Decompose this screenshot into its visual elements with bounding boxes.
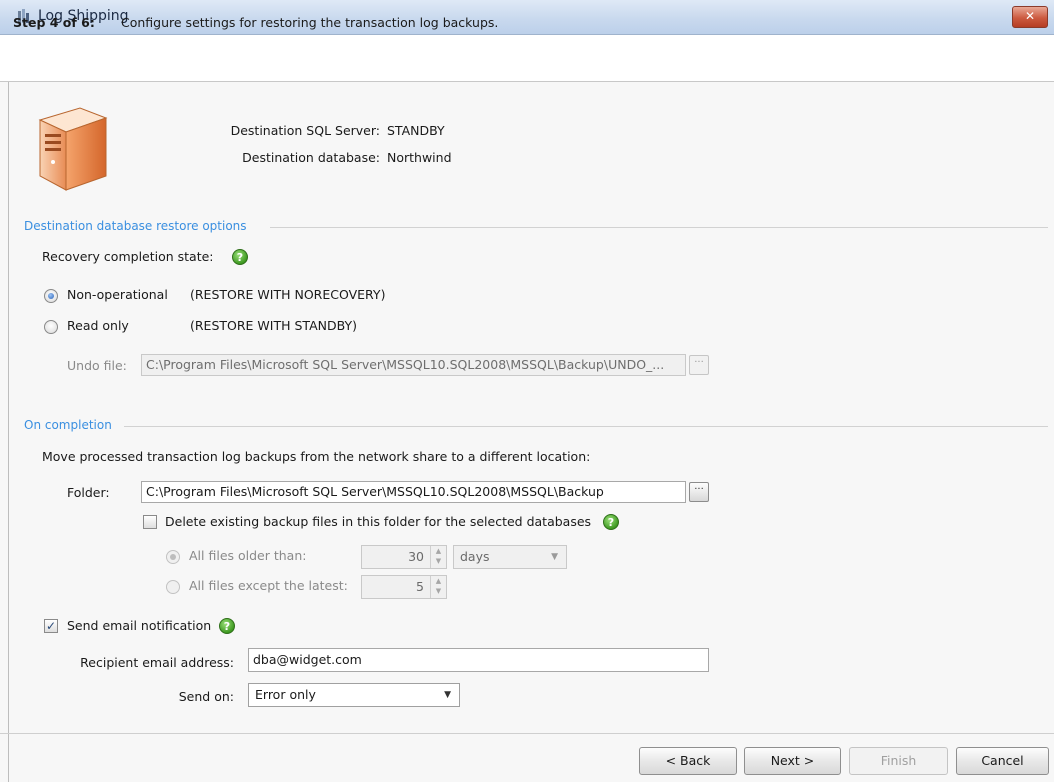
close-button[interactable]: ✕ bbox=[1012, 6, 1048, 28]
radio-files-older-than[interactable] bbox=[166, 550, 180, 564]
delete-files-label: Delete existing backup files in this fol… bbox=[165, 514, 592, 529]
except-latest-spinner[interactable]: 5 ▲ ▼ bbox=[361, 575, 447, 599]
destination-server-label: Destination SQL Server: bbox=[230, 123, 380, 138]
recipient-email-label: Recipient email address: bbox=[80, 655, 234, 670]
section-divider bbox=[270, 227, 1048, 228]
spin-up-icon[interactable]: ▲ bbox=[431, 546, 446, 556]
destination-database-value: Northwind bbox=[387, 150, 452, 165]
chevron-down-icon: ▼ bbox=[551, 552, 558, 562]
delete-files-checkbox[interactable] bbox=[143, 515, 157, 529]
help-icon[interactable]: ? bbox=[219, 618, 235, 634]
send-on-dropdown[interactable]: Error only ▼ bbox=[248, 683, 460, 707]
older-than-value: 30 bbox=[408, 549, 424, 564]
step-number: Step 4 of 6: bbox=[13, 15, 95, 30]
send-email-label: Send email notification bbox=[67, 618, 212, 633]
section-divider bbox=[124, 426, 1048, 427]
move-backups-label: Move processed transaction log backups f… bbox=[42, 449, 591, 464]
folder-label: Folder: bbox=[67, 485, 110, 500]
radio-non-operational[interactable] bbox=[44, 289, 58, 303]
older-than-spinner[interactable]: 30 ▲ ▼ bbox=[361, 545, 447, 569]
undo-file-input[interactable]: C:\Program Files\Microsoft SQL Server\MS… bbox=[141, 354, 686, 376]
spinner-arrows[interactable]: ▲ ▼ bbox=[430, 546, 446, 568]
destination-database-label: Destination database: bbox=[242, 150, 380, 165]
spinner-arrows[interactable]: ▲ ▼ bbox=[430, 576, 446, 598]
server-icon bbox=[38, 107, 108, 191]
chevron-down-icon: ▼ bbox=[444, 690, 451, 700]
step-description: Configure settings for restoring the tra… bbox=[121, 15, 499, 30]
send-on-value: Error only bbox=[255, 687, 316, 702]
back-button[interactable]: < Back bbox=[639, 747, 737, 775]
restore-options-section-title: Destination database restore options bbox=[24, 219, 247, 233]
radio-read-only[interactable] bbox=[44, 320, 58, 334]
undo-file-label: Undo file: bbox=[67, 358, 127, 373]
older-than-unit-dropdown[interactable]: days ▼ bbox=[453, 545, 567, 569]
recipient-email-input[interactable]: dba@widget.com bbox=[248, 648, 709, 672]
content-left-border bbox=[8, 82, 9, 782]
older-than-unit-value: days bbox=[460, 549, 490, 564]
help-icon[interactable]: ? bbox=[603, 514, 619, 530]
files-older-than-label: All files older than: bbox=[189, 548, 307, 563]
recovery-state-label: Recovery completion state: bbox=[42, 249, 214, 264]
folder-browse-button[interactable]: ··· bbox=[689, 482, 709, 502]
send-email-checkbox[interactable]: ✓ bbox=[44, 619, 58, 633]
radio-detail-norecovery: (RESTORE WITH NORECOVERY) bbox=[190, 287, 386, 302]
spin-down-icon[interactable]: ▼ bbox=[431, 556, 446, 566]
folder-input[interactable]: C:\Program Files\Microsoft SQL Server\MS… bbox=[141, 481, 686, 503]
finish-button[interactable]: Finish bbox=[849, 747, 948, 775]
radio-files-except-latest[interactable] bbox=[166, 580, 180, 594]
send-on-label: Send on: bbox=[178, 689, 234, 704]
cancel-button[interactable]: Cancel bbox=[956, 747, 1049, 775]
help-icon[interactable]: ? bbox=[232, 249, 248, 265]
undo-file-browse-button[interactable]: ··· bbox=[689, 355, 709, 375]
except-latest-value: 5 bbox=[416, 579, 424, 594]
footer-divider bbox=[0, 733, 1054, 734]
completion-section-title: On completion bbox=[24, 418, 112, 432]
radio-label-non-operational: Non-operational bbox=[67, 287, 168, 302]
files-except-latest-label: All files except the latest: bbox=[189, 578, 348, 593]
step-header bbox=[0, 35, 1054, 82]
radio-label-read-only: Read only bbox=[67, 318, 129, 333]
radio-detail-standby: (RESTORE WITH STANDBY) bbox=[190, 318, 358, 333]
next-button[interactable]: Next > bbox=[744, 747, 841, 775]
destination-server-value: STANDBY bbox=[387, 123, 445, 138]
spin-up-icon[interactable]: ▲ bbox=[431, 576, 446, 586]
spin-down-icon[interactable]: ▼ bbox=[431, 586, 446, 596]
